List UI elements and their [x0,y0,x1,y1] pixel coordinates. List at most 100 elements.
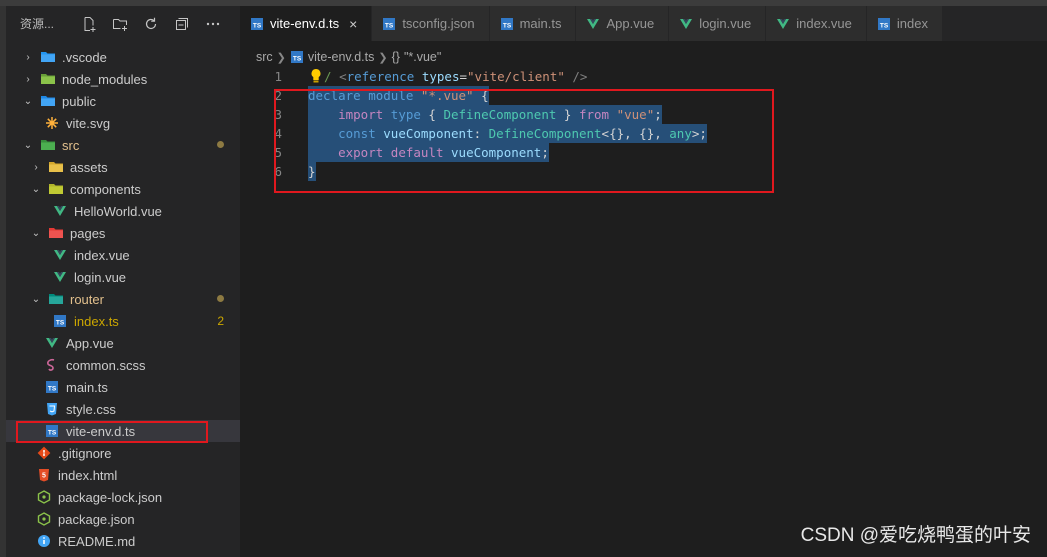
tree-item[interactable]: TS main.ts [6,376,240,398]
tab-label: tsconfig.json [402,16,475,31]
node-json-icon [36,489,52,505]
tab-label: vite-env.d.ts [270,16,340,31]
tree-item-label: assets [70,159,108,175]
tree-item-label: src [62,137,80,153]
tab-label: index [896,16,928,31]
ts-file-icon: TS [500,17,514,31]
editor-tab[interactable]: login.vue [669,6,767,41]
ts-file-icon: TS [290,50,304,64]
breadcrumb-file[interactable]: vite-env.d.ts [308,50,374,64]
folder-src-icon [40,137,56,153]
tree-item[interactable]: › assets [6,156,240,178]
collapse-all-icon[interactable] [171,13,193,35]
new-folder-icon[interactable] [109,13,131,35]
breadcrumb-symbol[interactable]: "*.vue" [404,50,441,64]
tree-item[interactable]: ⌄ public [6,90,240,112]
svg-file-icon [44,115,60,131]
new-file-icon[interactable] [78,13,100,35]
editor-tabs: TS vite-env.d.ts × TS tsconfig.json TS main.ts… [240,6,1047,41]
tree-item[interactable]: common.scss [6,354,240,376]
chevron-right-icon[interactable]: › [22,52,34,63]
tree-item[interactable]: ⌄ pages [6,222,240,244]
refresh-icon[interactable] [140,13,162,35]
node-json-icon [36,511,52,527]
vue-file-icon [586,17,600,31]
breadcrumb-folder[interactable]: src [256,50,273,64]
folder-public-icon [40,93,56,109]
chevron-down-icon[interactable]: ⌄ [22,96,34,107]
file-tree: › .vscode › node_modules ⌄ public vite.svg ⌄ src… [6,46,240,552]
tab-label: login.vue [699,16,752,31]
folder-node-icon [40,71,56,87]
tree-item[interactable]: ⌄ src [6,134,240,156]
tree-item-label: common.scss [66,357,146,373]
tree-item[interactable]: 5 index.html [6,464,240,486]
tree-item-label: public [62,93,96,109]
tree-item-label: components [70,181,141,197]
tree-item-label: vite.svg [66,115,111,131]
tree-item-label: .vscode [62,49,107,65]
vue-file-icon [52,203,68,219]
explorer-header: 资源... [6,6,240,41]
tree-item[interactable]: ⌄ router [6,288,240,310]
tree-item-label: style.css [66,401,116,417]
tree-item[interactable]: › node_modules [6,68,240,90]
lightbulb-icon[interactable] [310,68,322,87]
svg-text:TS: TS [253,22,262,29]
code-token: "vite/client" [467,69,565,84]
svg-text:TS: TS [880,22,889,29]
chevron-down-icon[interactable]: ⌄ [22,140,34,151]
tree-item-label: HelloWorld.vue [74,203,162,219]
editor-tab[interactable]: index.vue [766,6,867,41]
svg-text:5: 5 [42,473,46,480]
highlight-box-code [274,89,774,193]
ts-file-icon: TS [250,17,264,31]
editor-tab[interactable]: TS main.ts [489,6,577,41]
code-token: reference [346,69,415,84]
git-modified-dot [217,295,224,302]
editor-tab[interactable]: App.vue [576,6,670,41]
tree-item-label: package.json [58,511,135,527]
chevron-down-icon[interactable]: ⌄ [30,294,42,305]
git-modified-dot [217,141,224,148]
vue-file-icon [776,17,790,31]
editor-tab[interactable]: TS index [866,6,943,41]
problem-count-badge: 2 [217,314,224,328]
editor-tab[interactable]: TS vite-env.d.ts × [240,6,373,41]
folder-components-icon [48,181,64,197]
line-number: 1 [274,69,282,84]
chevron-down-icon[interactable]: ⌄ [30,228,42,239]
tree-item[interactable]: index.vue [6,244,240,266]
tree-item[interactable]: README.md [6,530,240,552]
vue-file-icon [679,17,693,31]
folder-icon [48,159,64,175]
tree-item[interactable]: package.json [6,508,240,530]
chevron-right-icon[interactable]: › [30,162,42,173]
svg-text:TS: TS [56,320,65,327]
tree-item[interactable]: TS index.ts 2 [6,310,240,332]
code-token: types [421,69,460,84]
tree-item-label: package-lock.json [58,489,163,505]
chevron-right-icon[interactable]: › [22,74,34,85]
tree-item[interactable]: ⌄ components [6,178,240,200]
tree-item-label: main.ts [66,379,108,395]
svg-text:TS: TS [502,22,511,29]
vue-file-icon [52,269,68,285]
code-line[interactable]: 1 / <reference types="vite/client" /> [240,67,1047,86]
tree-item[interactable]: › .vscode [6,46,240,68]
tree-item[interactable]: .gitignore [6,442,240,464]
tree-item[interactable]: package-lock.json [6,486,240,508]
tree-item[interactable]: style.css [6,398,240,420]
more-actions-icon[interactable] [202,13,224,35]
watermark: CSDN @爱吃烧鸭蛋的叶安 [800,525,1031,546]
tree-item-label: .gitignore [58,445,112,461]
editor-tab[interactable]: TS tsconfig.json [372,6,490,41]
tree-item[interactable]: vite.svg [6,112,240,134]
chevron-down-icon[interactable]: ⌄ [30,184,42,195]
tree-item[interactable]: login.vue [6,266,240,288]
tree-item[interactable]: HelloWorld.vue [6,200,240,222]
tree-item-label: pages [70,225,106,241]
close-icon[interactable]: × [349,16,357,32]
tree-item[interactable]: App.vue [6,332,240,354]
